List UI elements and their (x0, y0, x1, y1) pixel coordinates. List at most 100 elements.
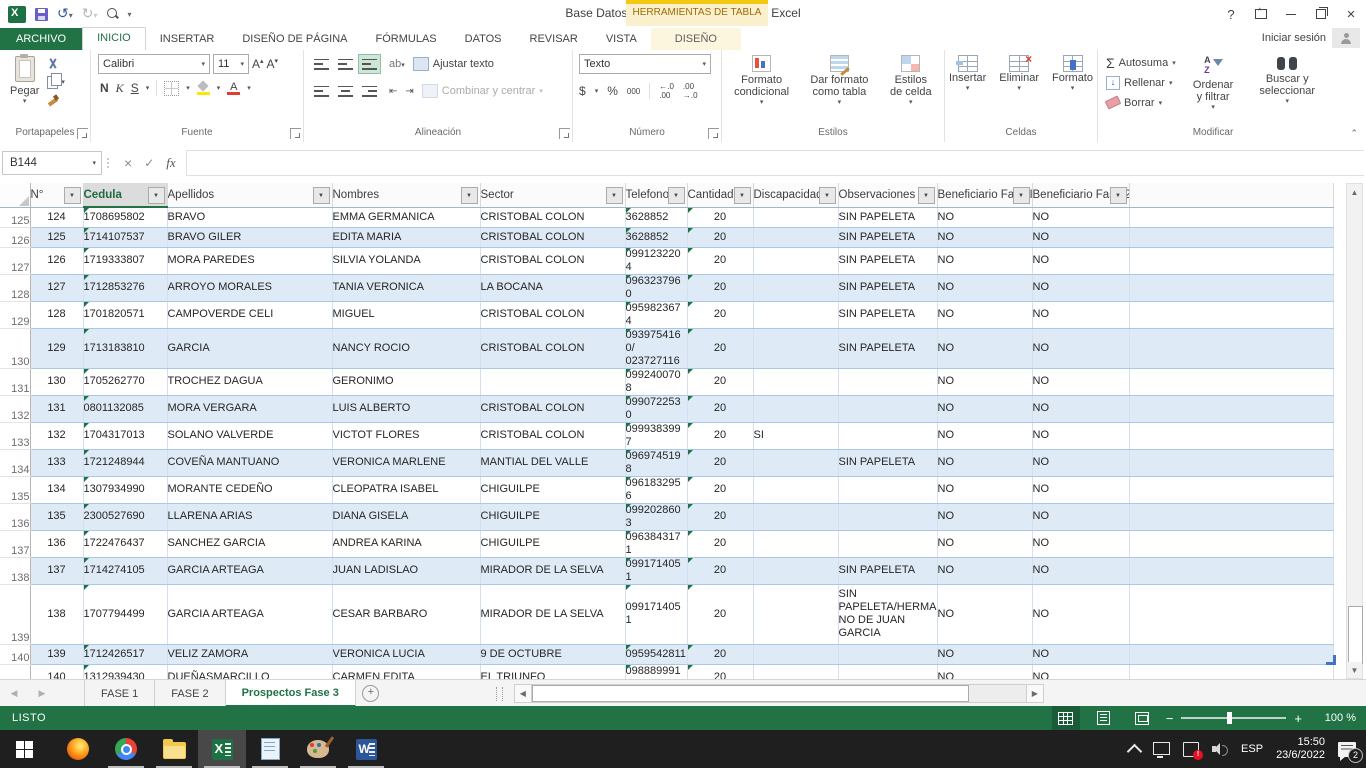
cell[interactable]: EL TRIUNFO (480, 664, 625, 679)
row-header-136[interactable]: 136 (0, 503, 30, 530)
cell[interactable]: 127 (30, 274, 83, 301)
cell[interactable]: 136 (30, 530, 83, 557)
cell[interactable] (753, 227, 838, 247)
cell[interactable] (1129, 557, 1333, 584)
scroll-down-icon[interactable]: ▼ (1347, 662, 1362, 678)
undo-icon[interactable]: ↺▾ (57, 6, 73, 23)
sort-filter-button[interactable]: AZ Ordenar y filtrar▾ (1184, 54, 1243, 126)
tab-archivo[interactable]: ARCHIVO (0, 28, 82, 50)
column-header-beneficiario-fase-2[interactable]: Beneficiario Fase 2▼ (1032, 183, 1129, 207)
cell[interactable]: JUAN LADISLAO (332, 557, 480, 584)
cell[interactable]: NO (937, 207, 1032, 227)
column-header-cedula[interactable]: Cedula▼ (83, 183, 167, 207)
cell[interactable]: 2300527690 (83, 503, 167, 530)
cell[interactable]: NO (1032, 395, 1129, 422)
name-box[interactable]: B144▾ (2, 151, 102, 175)
cell[interactable]: EMMA GERMANICA (332, 207, 480, 227)
cell[interactable]: GARCIA (167, 328, 332, 368)
dialog-launcher-icon[interactable] (559, 128, 570, 139)
cell[interactable]: NO (1032, 476, 1129, 503)
filter-dropdown-icon[interactable]: ▼ (918, 187, 935, 204)
cell[interactable]: NO (937, 328, 1032, 368)
language-indicator[interactable]: ESP (1241, 743, 1263, 755)
cell[interactable]: CHIGUILPE (480, 530, 625, 557)
cell[interactable] (838, 422, 937, 449)
column-header-discapacidad[interactable]: Discapacidad▼ (753, 183, 838, 207)
increase-decimal-icon[interactable]: ←.0.00 (659, 82, 674, 100)
cell[interactable]: 1312939430 (83, 664, 167, 679)
security-alert-icon[interactable]: ! (1183, 742, 1199, 757)
decrease-indent-icon[interactable]: ⇤ (389, 86, 397, 97)
cell[interactable]: SIN PAPELETA/HERMANO DE JUAN GARCIA (838, 584, 937, 644)
cell[interactable]: 134 (30, 476, 83, 503)
cell[interactable]: NO (1032, 227, 1129, 247)
cell[interactable] (838, 644, 937, 664)
collapse-ribbon-icon[interactable]: ⌃ (1350, 128, 1358, 139)
conditional-formatting-button[interactable]: Formato condicional▾ (726, 54, 797, 126)
new-sheet-button[interactable]: + (356, 680, 386, 707)
zoom-slider-thumb[interactable] (1227, 712, 1232, 724)
cell[interactable] (1129, 449, 1333, 476)
cell[interactable]: CRISTOBAL COLON (480, 207, 625, 227)
cell[interactable]: NO (1032, 207, 1129, 227)
cell-styles-button[interactable]: Estilos de celda▾ (882, 54, 940, 126)
cell[interactable]: CRISTOBAL COLON (480, 395, 625, 422)
zoom-slider[interactable] (1181, 717, 1286, 719)
cell[interactable]: 0992400708 (625, 368, 687, 395)
filter-dropdown-icon[interactable]: ▼ (148, 187, 165, 204)
sheet-prev-icon[interactable]: ◀ (0, 680, 28, 707)
font-size-select[interactable]: 11▾ (213, 54, 249, 74)
cell[interactable]: MIRADOR DE LA SELVA (480, 584, 625, 644)
cell[interactable]: DIANA GISELA (332, 503, 480, 530)
cell[interactable]: 20 (687, 395, 753, 422)
cell[interactable]: ARROYO MORALES (167, 274, 332, 301)
cell[interactable]: 138 (30, 584, 83, 644)
cell[interactable]: SIN PAPELETA (838, 328, 937, 368)
filter-dropdown-icon[interactable]: ▼ (668, 187, 685, 204)
sign-in-link[interactable]: Iniciar sesión (1262, 32, 1326, 44)
dialog-launcher-icon[interactable] (290, 128, 301, 139)
cell[interactable]: 20 (687, 530, 753, 557)
cell[interactable]: MIGUEL (332, 301, 480, 328)
cell[interactable] (1129, 274, 1333, 301)
underline-button[interactable]: S (131, 81, 139, 95)
cell[interactable] (753, 503, 838, 530)
percent-format-icon[interactable]: % (607, 84, 618, 98)
cell[interactable]: NO (937, 301, 1032, 328)
cell[interactable] (1129, 664, 1333, 679)
redo-icon[interactable]: ↻▾ (82, 6, 98, 23)
zoom-in-icon[interactable]: + (1294, 711, 1302, 726)
row-header-130[interactable]: 130 (0, 328, 30, 368)
cell[interactable]: NO (937, 503, 1032, 530)
cell[interactable]: TROCHEZ DAGUA (167, 368, 332, 395)
preview-icon[interactable] (107, 8, 119, 20)
cell[interactable]: 1712853276 (83, 274, 167, 301)
tab-datos[interactable]: DATOS (451, 28, 516, 50)
scroll-left-icon[interactable]: ◀ (514, 684, 532, 703)
align-top-icon[interactable] (310, 54, 333, 74)
cell[interactable]: 0969745198 (625, 449, 687, 476)
cell[interactable]: 1722476437 (83, 530, 167, 557)
fill-color-icon[interactable] (197, 82, 210, 95)
cell[interactable]: 124 (30, 207, 83, 227)
cell[interactable]: 20 (687, 503, 753, 530)
cancel-icon[interactable]: × (124, 155, 132, 171)
cell[interactable]: TANIA VERONICA (332, 274, 480, 301)
column-header-sector[interactable]: Sector▼ (480, 183, 625, 207)
column-header-telefono[interactable]: Telefono▼ (625, 183, 687, 207)
clear-button[interactable]: Borrar▾ (1106, 94, 1176, 111)
cell[interactable]: VELIZ ZAMORA (167, 644, 332, 664)
cell[interactable]: 1705262770 (83, 368, 167, 395)
decrease-decimal-icon[interactable]: .00→.0 (683, 82, 698, 100)
cell[interactable]: NO (937, 274, 1032, 301)
name-box-splitter[interactable] (102, 158, 114, 168)
cell[interactable]: NO (1032, 422, 1129, 449)
cell[interactable]: 1719333807 (83, 247, 167, 274)
row-header-140[interactable]: 140 (0, 644, 30, 664)
filter-dropdown-icon[interactable]: ▼ (461, 187, 478, 204)
taskbar-excel[interactable] (198, 730, 246, 768)
notification-center-icon[interactable]: 2 (1338, 742, 1356, 757)
cell[interactable]: 140 (30, 664, 83, 679)
row-header-129[interactable]: 129 (0, 301, 30, 328)
taskbar-chrome[interactable] (102, 730, 150, 768)
